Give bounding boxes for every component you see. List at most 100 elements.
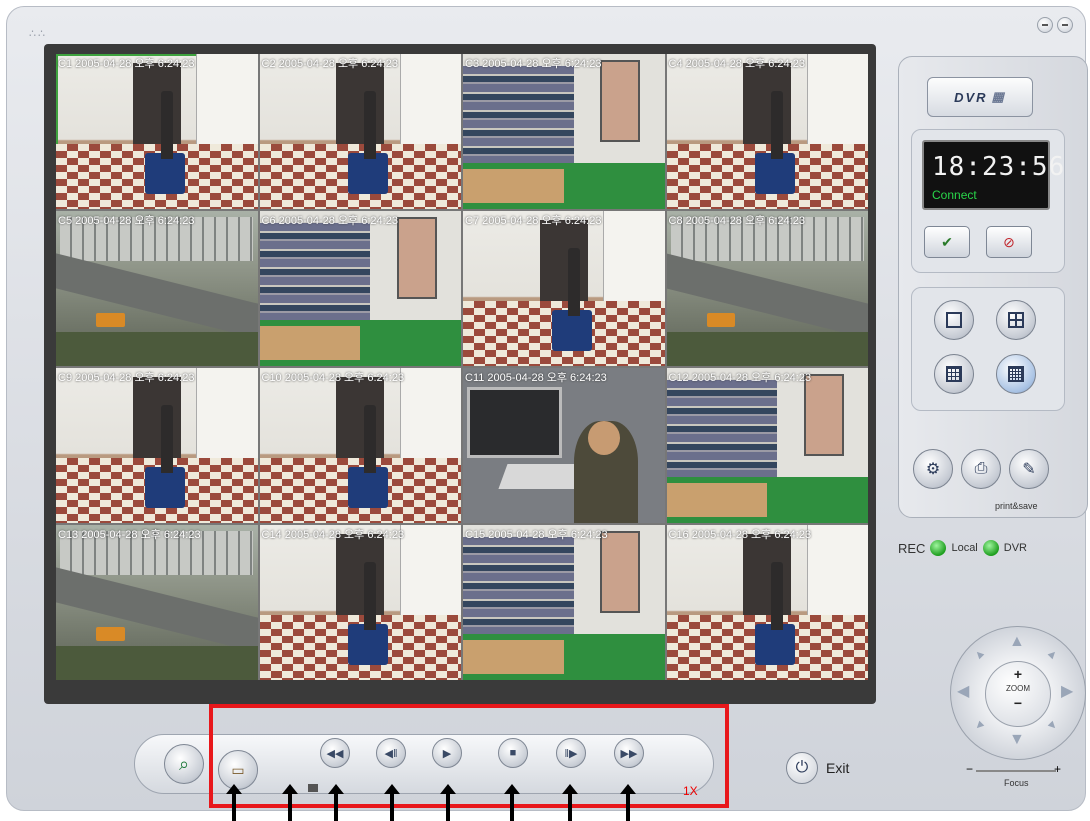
camera-5-view[interactable]: C5 2005-04-28 오후 6:24:23 <box>56 211 258 366</box>
focus-plus-button[interactable]: + <box>1054 762 1061 776</box>
disconnect-icon: ⊘ <box>1003 233 1015 250</box>
dvr-label: DVR <box>1003 542 1027 554</box>
camera-label: C9 2005-04-28 오후 6:24:23 <box>58 372 195 384</box>
camera-6-view[interactable]: C6 2005-04-28 오후 6:24:23 <box>259 211 461 366</box>
camera-label: C3 2005-04-28 오후 6:24:23 <box>465 58 602 70</box>
ptz-up-button[interactable]: ▲ <box>1009 633 1025 651</box>
ptz-up-right-button[interactable]: ▲ <box>1044 645 1062 663</box>
layout-4-button[interactable] <box>996 300 1036 340</box>
scene-element <box>132 63 181 144</box>
minimize-button[interactable] <box>1037 17 1053 33</box>
layout-1-button[interactable] <box>934 300 974 340</box>
search-button[interactable]: ⌕ <box>164 744 204 784</box>
camera-label: C14 2005-04-28 오후 6:24:23 <box>261 529 405 541</box>
camera-4-view[interactable]: C4 2005-04-28 오후 6:24:23 <box>666 54 868 209</box>
ptz-right-button[interactable]: ▶ <box>1061 681 1073 701</box>
lcd-display: 18:23:56 Connect <box>922 140 1064 210</box>
scene-element <box>348 624 389 665</box>
dvr-led-icon <box>982 540 999 556</box>
zoom-out-button[interactable]: − <box>986 693 1050 713</box>
scene-element <box>399 54 461 155</box>
camera-label: C12 2005-04-28 오후 6:24:23 <box>668 372 812 384</box>
disconnect-button[interactable]: ⊘ <box>986 226 1032 258</box>
dvr-button[interactable]: DVR ▦ <box>927 77 1033 117</box>
camera-10-view[interactable]: C10 2005-04-28 오후 6:24:23 <box>259 368 461 523</box>
scene-element <box>803 374 844 456</box>
scene-element <box>463 168 564 203</box>
camera-12-view[interactable]: C12 2005-04-28 오후 6:24:23 <box>666 368 868 523</box>
scene-element <box>706 313 735 328</box>
scene-element <box>463 639 564 674</box>
camera-8-view[interactable]: C8 2005-04-28 오후 6:24:23 <box>666 211 868 366</box>
scene-element <box>600 531 641 613</box>
scene-element <box>96 627 125 642</box>
pointer-arrow <box>328 784 344 821</box>
print-button[interactable]: ⎙ <box>961 449 1001 489</box>
local-label: Local <box>951 542 978 554</box>
camera-7-view[interactable]: C7 2005-04-28 오후 6:24:23 <box>463 211 665 366</box>
camera-1-view[interactable]: C1 2005-04-28 오후 6:24:23 <box>56 54 258 209</box>
scene-element <box>666 482 768 517</box>
camera-15-view[interactable]: C15 2005-04-28 오후 6:24:23 <box>463 525 665 680</box>
scene-element <box>666 250 868 343</box>
clock-time: 18:23:56 <box>932 152 1066 182</box>
scene-element <box>196 54 258 155</box>
camera-9-view[interactable]: C9 2005-04-28 오후 6:24:23 <box>56 368 258 523</box>
zoom-in-button[interactable]: + <box>986 664 1050 684</box>
save-button[interactable]: ✎ <box>1009 449 1049 489</box>
layout-16-button[interactable] <box>996 354 1036 394</box>
pointer-arrow <box>562 784 578 821</box>
ptz-down-button[interactable]: ▼ <box>1009 731 1025 749</box>
camera-label: C2 2005-04-28 오후 6:24:23 <box>261 58 398 70</box>
scene-element <box>399 525 461 626</box>
scene-element <box>336 377 385 458</box>
scene-element <box>771 91 784 160</box>
scene-element <box>567 248 580 317</box>
exit-button[interactable]: ⏻ Exit <box>786 752 849 784</box>
scene-element <box>144 153 185 194</box>
scene-element <box>144 467 185 508</box>
ptz-pad: ▲ ▼ ◀ ▶ ▲ ▲ ▲ ▲ + ZOOM − <box>950 626 1086 760</box>
scene-element <box>806 54 868 155</box>
dvr-icon: ▦ <box>991 89 1006 104</box>
rec-status: REC Local DVR <box>898 540 1027 556</box>
connect-button[interactable]: ✔ <box>924 226 970 258</box>
settings-button[interactable]: ⚙ <box>913 449 953 489</box>
scene-element <box>56 564 258 657</box>
zoom-label: ZOOM <box>1006 684 1030 693</box>
camera-label: C5 2005-04-28 오후 6:24:23 <box>58 215 195 227</box>
ptz-down-left-button[interactable]: ▲ <box>970 717 988 735</box>
pointer-arrow <box>440 784 456 821</box>
nine-view-icon <box>946 366 962 382</box>
focus-minus-button[interactable]: − <box>966 762 973 776</box>
camera-grid: C1 2005-04-28 오후 6:24:23 C2 2005-04-28 오후… <box>56 54 868 680</box>
ptz-down-right-button[interactable]: ▲ <box>1044 717 1062 735</box>
ptz-left-button[interactable]: ◀ <box>957 681 969 701</box>
maximize-button[interactable] <box>1057 17 1073 33</box>
scene-element <box>160 91 173 160</box>
scene-element <box>587 420 621 455</box>
scene-element <box>336 534 385 615</box>
scene-element <box>806 525 868 626</box>
camera-16-view[interactable]: C16 2005-04-28 오후 6:24:23 <box>666 525 868 680</box>
camera-11-view[interactable]: C11 2005-04-28 오후 6:24:23 <box>463 368 665 523</box>
scene-element <box>336 63 385 144</box>
camera-13-view[interactable]: C13 2005-04-28 오후 6:24:23 <box>56 525 258 680</box>
layout-box <box>911 287 1065 411</box>
layout-9-button[interactable] <box>934 354 974 394</box>
grip-icon[interactable]: ∴∴ <box>29 27 53 41</box>
camera-14-view[interactable]: C14 2005-04-28 오후 6:24:23 <box>259 525 461 680</box>
camera-3-view[interactable]: C3 2005-04-28 오후 6:24:23 <box>463 54 665 209</box>
camera-2-view[interactable]: C2 2005-04-28 오후 6:24:23 <box>259 54 461 209</box>
save-icon: ✎ <box>1022 461 1036 478</box>
ptz-up-left-button[interactable]: ▲ <box>970 645 988 663</box>
scene-element <box>399 368 461 469</box>
scene-element <box>551 310 592 351</box>
local-led-icon <box>930 540 947 556</box>
scene-element <box>259 325 361 360</box>
scene-element <box>196 368 258 469</box>
connect-icon: ✔ <box>941 233 953 250</box>
camera-label: C13 2005-04-28 오후 6:24:23 <box>58 529 201 541</box>
focus-slider[interactable] <box>976 770 1056 772</box>
camera-label: C6 2005-04-28 오후 6:24:23 <box>261 215 398 227</box>
